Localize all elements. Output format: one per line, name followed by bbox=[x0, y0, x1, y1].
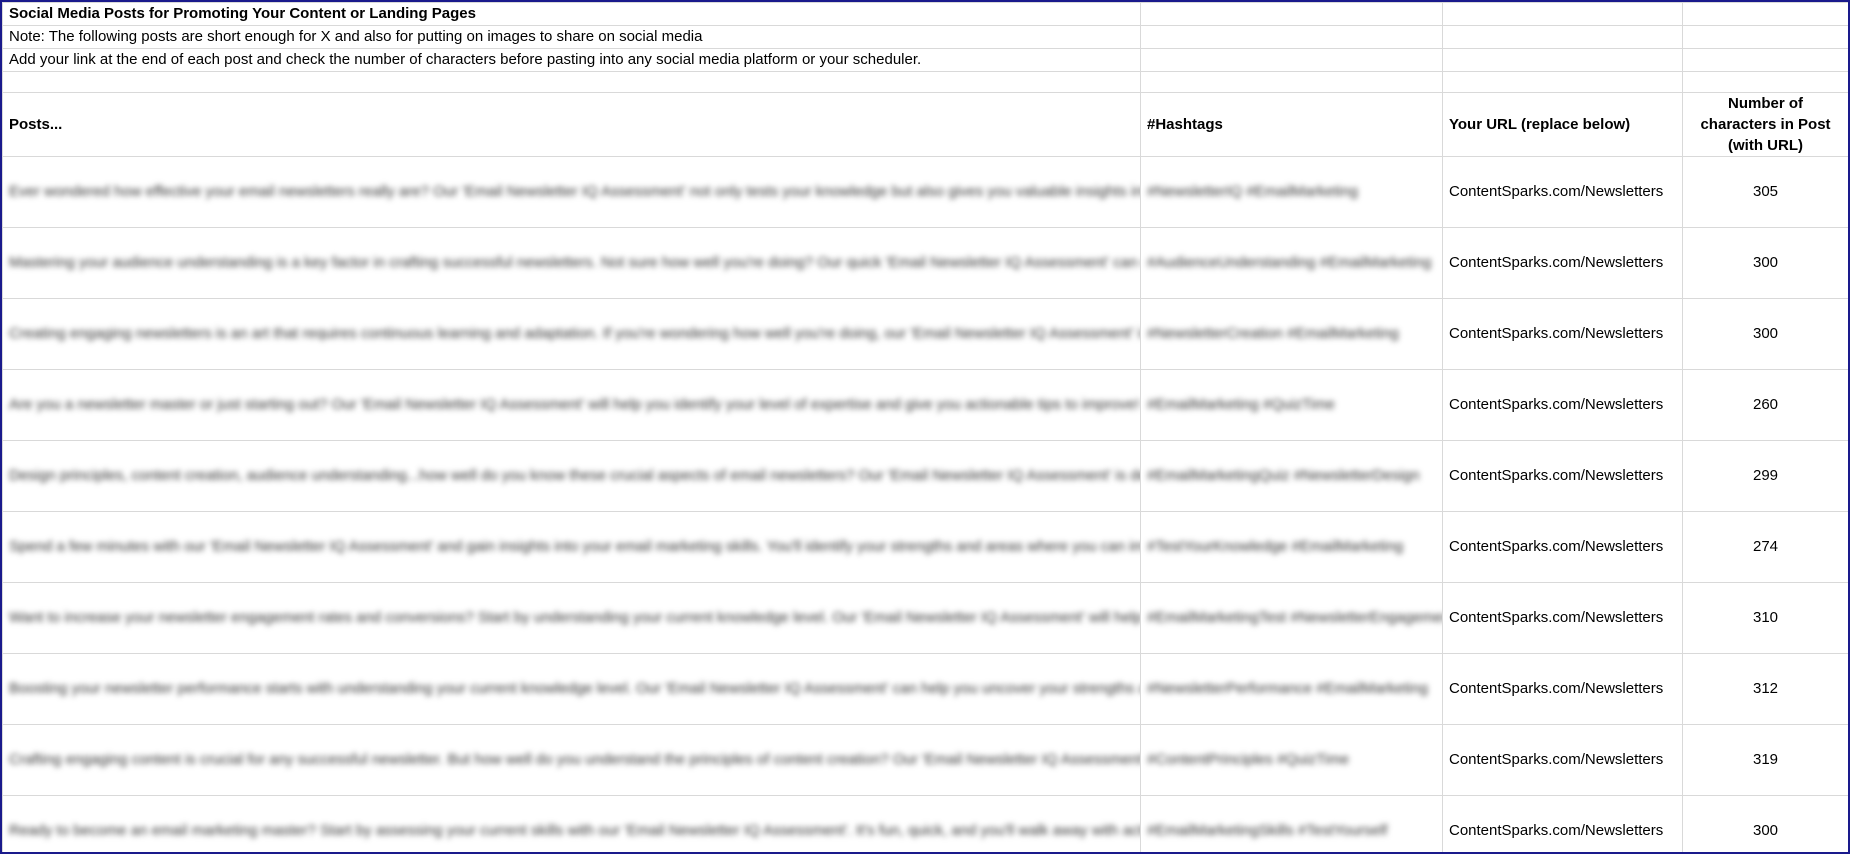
hashtags-cell[interactable]: #EmailMarketing #QuizTime bbox=[1140, 369, 1443, 441]
post-cell-text: Design principles, content creation, aud… bbox=[9, 467, 1140, 484]
post-cell[interactable]: Spend a few minutes with our 'Email News… bbox=[2, 511, 1141, 583]
url-cell[interactable]: ContentSparks.com/Newsletters bbox=[1442, 156, 1683, 228]
header-row: Posts... #Hashtags Your URL (replace bel… bbox=[2, 92, 1848, 157]
post-cell-text: Spend a few minutes with our 'Email News… bbox=[9, 538, 1140, 555]
title-row: Social Media Posts for Promoting Your Co… bbox=[2, 2, 1848, 26]
post-cell[interactable]: Design principles, content creation, aud… bbox=[2, 440, 1141, 512]
hashtags-cell-text: #TestYourKnowledge #EmailMarketing bbox=[1147, 538, 1404, 555]
character-count-cell[interactable]: 300 bbox=[1682, 227, 1848, 299]
hashtags-cell-text: #EmailMarketingTest #NewsletterEngagemen… bbox=[1147, 609, 1443, 626]
note-row: Note: The following posts are short enou… bbox=[2, 25, 1848, 49]
note-cell[interactable]: Note: The following posts are short enou… bbox=[2, 25, 1141, 49]
blank-row bbox=[2, 71, 1848, 93]
post-cell[interactable]: Creating engaging newsletters is an art … bbox=[2, 298, 1141, 370]
post-cell-text: Mastering your audience understanding is… bbox=[9, 254, 1140, 271]
post-cell[interactable]: Crafting engaging content is crucial for… bbox=[2, 724, 1141, 796]
post-cell[interactable]: Want to increase your newsletter engagem… bbox=[2, 582, 1141, 654]
table-row: Ready to become an email marketing maste… bbox=[2, 795, 1848, 852]
hashtags-cell-text: #AudienceUnderstanding #EmailMarketing bbox=[1147, 254, 1432, 271]
hashtags-cell[interactable]: #ContentPrinciples #QuizTime bbox=[1140, 724, 1443, 796]
character-count-cell[interactable]: 300 bbox=[1682, 298, 1848, 370]
hashtags-cell[interactable]: #EmailMarketingTest #NewsletterEngagemen… bbox=[1140, 582, 1443, 654]
empty-cell[interactable] bbox=[1140, 71, 1443, 93]
url-cell[interactable]: ContentSparks.com/Newsletters bbox=[1442, 795, 1683, 852]
url-cell[interactable]: ContentSparks.com/Newsletters bbox=[1442, 298, 1683, 370]
note-cell[interactable]: Add your link at the end of each post an… bbox=[2, 48, 1141, 72]
hashtags-cell-text: #EmailMarketing #QuizTime bbox=[1147, 396, 1335, 413]
table-row: Spend a few minutes with our 'Email News… bbox=[2, 511, 1848, 583]
hashtags-cell[interactable]: #EmailMarketingSkills #TestYourself bbox=[1140, 795, 1443, 852]
hashtags-cell-text: #EmailMarketingQuiz #NewsletterDesign bbox=[1147, 467, 1420, 484]
character-count-cell[interactable]: 319 bbox=[1682, 724, 1848, 796]
hashtags-cell[interactable]: #AudienceUnderstanding #EmailMarketing bbox=[1140, 227, 1443, 299]
empty-cell[interactable] bbox=[1140, 48, 1443, 72]
spreadsheet-window: Social Media Posts for Promoting Your Co… bbox=[0, 0, 1850, 854]
url-cell[interactable]: ContentSparks.com/Newsletters bbox=[1442, 511, 1683, 583]
hashtags-cell-text: #NewsletterCreation #EmailMarketing bbox=[1147, 325, 1399, 342]
post-cell[interactable]: Ready to become an email marketing maste… bbox=[2, 795, 1141, 852]
character-count-cell[interactable]: 299 bbox=[1682, 440, 1848, 512]
sheet-title[interactable]: Social Media Posts for Promoting Your Co… bbox=[2, 2, 1141, 26]
post-cell-text: Boosting your newsletter performance sta… bbox=[9, 680, 1140, 697]
hashtags-cell[interactable]: #NewsletterCreation #EmailMarketing bbox=[1140, 298, 1443, 370]
post-cell-text: Are you a newsletter master or just star… bbox=[9, 396, 1141, 413]
character-count-cell[interactable]: 310 bbox=[1682, 582, 1848, 654]
empty-cell[interactable] bbox=[1682, 48, 1848, 72]
table-row: Creating engaging newsletters is an art … bbox=[2, 298, 1848, 370]
post-cell[interactable]: Boosting your newsletter performance sta… bbox=[2, 653, 1141, 725]
character-count-cell[interactable]: 312 bbox=[1682, 653, 1848, 725]
empty-cell[interactable] bbox=[1442, 2, 1683, 26]
character-count-cell[interactable]: 300 bbox=[1682, 795, 1848, 852]
empty-cell[interactable] bbox=[1682, 71, 1848, 93]
spreadsheet-grid: Social Media Posts for Promoting Your Co… bbox=[2, 2, 1848, 852]
url-cell[interactable]: ContentSparks.com/Newsletters bbox=[1442, 582, 1683, 654]
post-cell-text: Ever wondered how effective your email n… bbox=[9, 183, 1140, 200]
empty-cell[interactable] bbox=[1442, 48, 1683, 72]
post-cell-text: Crafting engaging content is crucial for… bbox=[9, 751, 1141, 768]
table-row: Want to increase your newsletter engagem… bbox=[2, 582, 1848, 654]
hashtags-cell-text: #ContentPrinciples #QuizTime bbox=[1147, 751, 1350, 768]
hashtags-cell-text: #EmailMarketingSkills #TestYourself bbox=[1147, 822, 1388, 839]
post-cell-text: Creating engaging newsletters is an art … bbox=[9, 325, 1140, 342]
header-url[interactable]: Your URL (replace below) bbox=[1442, 92, 1683, 157]
table-row: Ever wondered how effective your email n… bbox=[2, 156, 1848, 228]
post-cell-text: Ready to become an email marketing maste… bbox=[9, 822, 1140, 839]
note-row: Add your link at the end of each post an… bbox=[2, 48, 1848, 72]
character-count-cell[interactable]: 305 bbox=[1682, 156, 1848, 228]
hashtags-cell-text: #NewsletterIQ #EmailMarketing bbox=[1147, 183, 1358, 200]
post-cell-text: Want to increase your newsletter engagem… bbox=[9, 609, 1141, 626]
post-cell[interactable]: Are you a newsletter master or just star… bbox=[2, 369, 1141, 441]
character-count-cell[interactable]: 260 bbox=[1682, 369, 1848, 441]
header-posts[interactable]: Posts... bbox=[2, 92, 1141, 157]
hashtags-cell[interactable]: #TestYourKnowledge #EmailMarketing bbox=[1140, 511, 1443, 583]
table-row: Crafting engaging content is crucial for… bbox=[2, 724, 1848, 796]
table-row: Design principles, content creation, aud… bbox=[2, 440, 1848, 512]
post-cell[interactable]: Mastering your audience understanding is… bbox=[2, 227, 1141, 299]
url-cell[interactable]: ContentSparks.com/Newsletters bbox=[1442, 440, 1683, 512]
empty-cell[interactable] bbox=[1682, 25, 1848, 49]
url-cell[interactable]: ContentSparks.com/Newsletters bbox=[1442, 653, 1683, 725]
empty-cell[interactable] bbox=[1442, 71, 1683, 93]
empty-cell[interactable] bbox=[2, 71, 1141, 93]
empty-cell[interactable] bbox=[1140, 2, 1443, 26]
url-cell[interactable]: ContentSparks.com/Newsletters bbox=[1442, 369, 1683, 441]
empty-cell[interactable] bbox=[1442, 25, 1683, 49]
hashtags-cell-text: #NewsletterPerformance #EmailMarketing bbox=[1147, 680, 1428, 697]
table-row: Mastering your audience understanding is… bbox=[2, 227, 1848, 299]
hashtags-cell[interactable]: #NewsletterPerformance #EmailMarketing bbox=[1140, 653, 1443, 725]
table-row: Are you a newsletter master or just star… bbox=[2, 369, 1848, 441]
hashtags-cell[interactable]: #NewsletterIQ #EmailMarketing bbox=[1140, 156, 1443, 228]
empty-cell[interactable] bbox=[1682, 2, 1848, 26]
header-character-count[interactable]: Number of characters in Post (with URL) bbox=[1682, 92, 1848, 157]
empty-cell[interactable] bbox=[1140, 25, 1443, 49]
post-cell[interactable]: Ever wondered how effective your email n… bbox=[2, 156, 1141, 228]
url-cell[interactable]: ContentSparks.com/Newsletters bbox=[1442, 227, 1683, 299]
character-count-cell[interactable]: 274 bbox=[1682, 511, 1848, 583]
header-hashtags[interactable]: #Hashtags bbox=[1140, 92, 1443, 157]
url-cell[interactable]: ContentSparks.com/Newsletters bbox=[1442, 724, 1683, 796]
hashtags-cell[interactable]: #EmailMarketingQuiz #NewsletterDesign bbox=[1140, 440, 1443, 512]
table-row: Boosting your newsletter performance sta… bbox=[2, 653, 1848, 725]
